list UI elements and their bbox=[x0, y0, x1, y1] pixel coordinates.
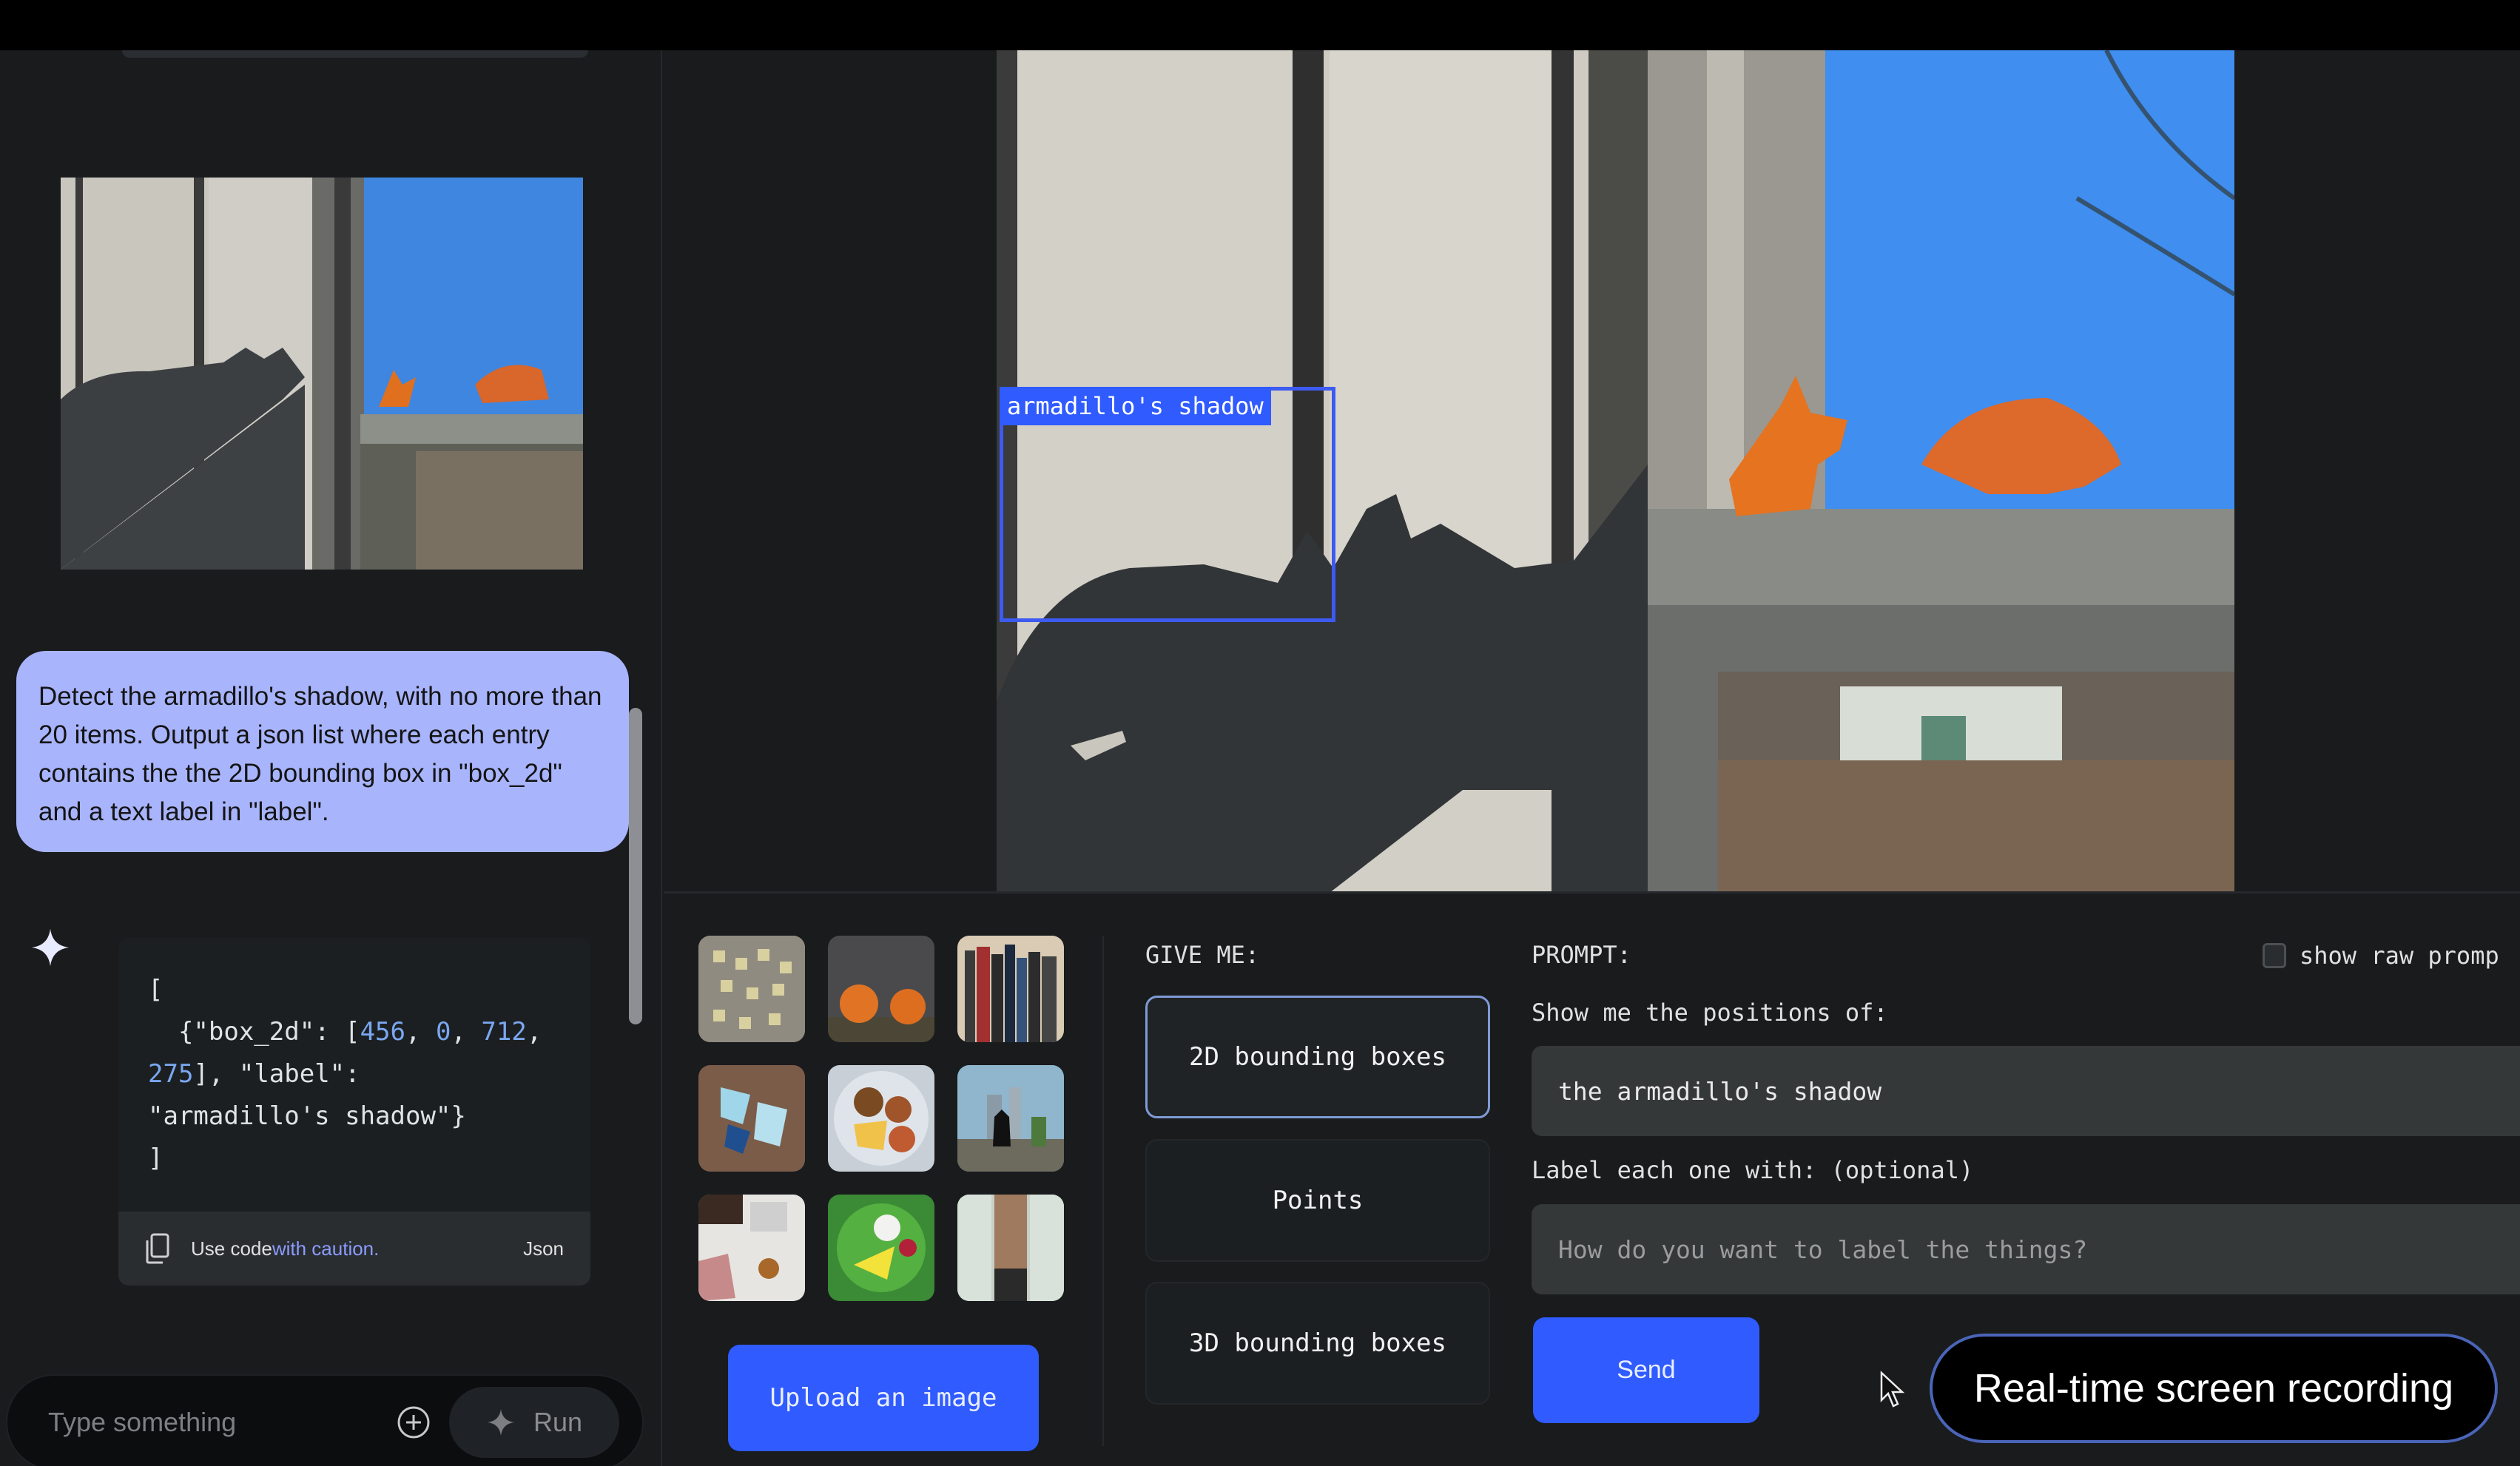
mode-2d-bounding-boxes[interactable]: 2D bounding boxes bbox=[1145, 996, 1490, 1118]
office-window-thumbnail bbox=[957, 1195, 1064, 1301]
positions-field bbox=[1532, 1046, 2520, 1136]
sample-image-cheese-plate[interactable] bbox=[828, 1195, 934, 1301]
positions-input[interactable] bbox=[1558, 1076, 2511, 1106]
code-number: 456 bbox=[360, 1017, 405, 1047]
window-scene-thumbnail bbox=[61, 178, 583, 570]
sample-image-sticky-notes[interactable] bbox=[698, 936, 805, 1042]
user-message-bubble: Detect the armadillo's shadow, with no m… bbox=[16, 651, 629, 852]
upload-image-button[interactable]: Upload an image bbox=[728, 1345, 1039, 1451]
positions-label: Show me the positions of: bbox=[1532, 999, 1888, 1027]
user-message-text: Detect the armadillo's shadow, with no m… bbox=[38, 682, 602, 826]
collapsed-header-bar bbox=[122, 50, 588, 58]
sample-image-cat-window[interactable] bbox=[957, 1065, 1064, 1172]
sample-image-pumpkins[interactable] bbox=[828, 936, 934, 1042]
horizontal-divider bbox=[664, 891, 2520, 894]
cheese-plate-thumbnail bbox=[828, 1195, 934, 1301]
mode-points[interactable]: Points bbox=[1145, 1139, 1490, 1262]
sparkle-icon bbox=[31, 928, 70, 967]
caution-link[interactable]: with caution. bbox=[272, 1237, 380, 1260]
vertical-divider bbox=[1102, 936, 1104, 1446]
code-key: "label": bbox=[238, 1059, 360, 1089]
label-each-input[interactable] bbox=[1558, 1234, 2511, 1264]
code-string: "armadillo's shadow"} bbox=[148, 1101, 466, 1131]
code-response-card: [ {"box_2d": [456, 0, 712, 275], "label"… bbox=[118, 938, 590, 1286]
plus-circle-icon[interactable] bbox=[396, 1405, 431, 1440]
code-language: Json bbox=[523, 1237, 564, 1260]
chat-text-input[interactable] bbox=[48, 1407, 374, 1438]
recording-label: Real-time screen recording bbox=[1973, 1366, 2454, 1411]
code-line: ] bbox=[148, 1144, 164, 1173]
code-footer: Use code with caution. Json bbox=[118, 1212, 590, 1286]
prompt-label: PROMPT: bbox=[1532, 941, 1631, 969]
mode-3d-bounding-boxes[interactable]: 3D bounding boxes bbox=[1145, 1282, 1490, 1405]
send-button[interactable]: Send bbox=[1533, 1317, 1759, 1423]
breakfast-thumbnail bbox=[828, 1065, 934, 1172]
run-button[interactable]: Run bbox=[449, 1387, 619, 1458]
chat-input-bar: Run bbox=[6, 1374, 644, 1466]
sample-image-books[interactable] bbox=[957, 936, 1064, 1042]
give-me-label: GIVE ME: bbox=[1145, 941, 1260, 969]
code-number: 712 bbox=[481, 1017, 527, 1047]
top-black-bar bbox=[0, 0, 2520, 50]
sample-image-office-window[interactable] bbox=[957, 1195, 1064, 1301]
sample-image-breakfast[interactable] bbox=[828, 1065, 934, 1172]
socks-thumbnail bbox=[698, 1065, 805, 1172]
screen-recording-badge: Real-time screen recording bbox=[1930, 1334, 2498, 1443]
code-number: 0 bbox=[435, 1017, 451, 1047]
spill-table-thumbnail bbox=[698, 1195, 805, 1301]
pumpkins-thumbnail bbox=[828, 936, 934, 1042]
sparkle-icon bbox=[487, 1409, 514, 1436]
cat-window-thumbnail bbox=[957, 1065, 1064, 1172]
copy-icon[interactable] bbox=[145, 1233, 170, 1264]
code-line: [ bbox=[148, 975, 164, 1004]
chat-attached-image[interactable] bbox=[61, 178, 583, 570]
chat-panel: Detect the armadillo's shadow, with no m… bbox=[0, 50, 662, 1466]
show-raw-prompt-label: show raw promp bbox=[2300, 942, 2499, 970]
code-block: [ {"box_2d": [456, 0, 712, 275], "label"… bbox=[148, 975, 542, 1173]
sample-image-socks[interactable] bbox=[698, 1065, 805, 1172]
use-code-text: Use code bbox=[191, 1237, 272, 1260]
label-each-label: Label each one with: (optional) bbox=[1532, 1156, 1974, 1184]
code-number: 275 bbox=[148, 1059, 194, 1089]
chat-scrollbar[interactable] bbox=[629, 708, 642, 1024]
mouse-cursor-icon bbox=[1880, 1371, 1905, 1408]
show-raw-prompt-toggle[interactable]: show raw promp bbox=[2263, 942, 2499, 970]
show-raw-prompt-checkbox[interactable] bbox=[2263, 943, 2286, 968]
books-thumbnail bbox=[957, 936, 1064, 1042]
label-each-field bbox=[1532, 1204, 2520, 1294]
sample-image-spill-table[interactable] bbox=[698, 1195, 805, 1301]
sticky-notes-thumbnail bbox=[698, 936, 805, 1042]
bounding-box-label: armadillo's shadow bbox=[1000, 387, 1271, 425]
code-line: {"box_2d": [ bbox=[148, 1017, 360, 1047]
run-label: Run bbox=[533, 1407, 583, 1437]
